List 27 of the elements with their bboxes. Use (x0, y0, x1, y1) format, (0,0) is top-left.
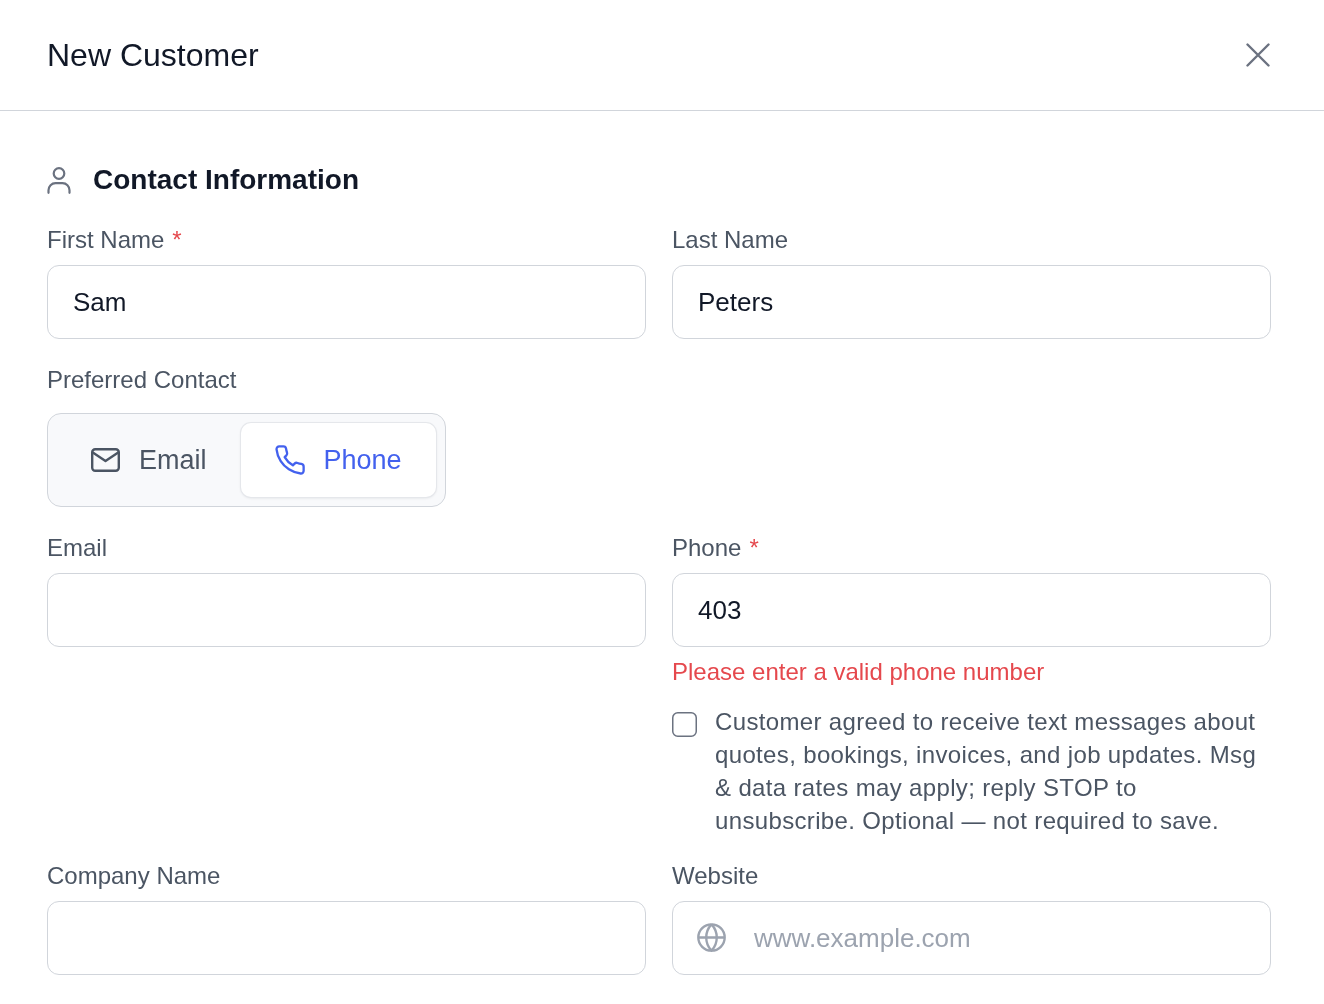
phone-icon (274, 445, 305, 475)
field-label: First Name (47, 226, 165, 254)
person-icon (47, 166, 71, 194)
field-label: Phone (672, 534, 742, 562)
input-field[interactable] (47, 901, 646, 975)
consent-text: Customer agreed to receive text messages about quotes, bookings, invoices, and job updates. Msg & data rates may apply; reply STOP to unsubscribe. Optional — not required to save. (715, 707, 1258, 836)
dialog-title: New Customer (47, 36, 259, 75)
field-label: Preferred Contact (47, 366, 237, 394)
globe-icon (697, 923, 726, 952)
field-label: Last Name (672, 226, 789, 254)
field-label: Website (672, 862, 759, 890)
segment-tab[interactable]: Email (57, 423, 241, 497)
required-asterisk: * (172, 226, 182, 254)
input-field[interactable] (47, 573, 646, 647)
section-title: Contact Information (93, 163, 359, 197)
field-label: Email (47, 534, 107, 562)
input-field[interactable]: 403 (672, 573, 1271, 647)
segment-tab[interactable]: Phone (240, 423, 436, 497)
input-field[interactable]: www.example.com (672, 901, 1271, 975)
input-field[interactable]: Sam (47, 265, 646, 339)
error-message: Please enter a valid phone number (672, 658, 1046, 686)
required-asterisk: * (749, 534, 759, 562)
close-icon (1246, 43, 1270, 67)
input-field[interactable]: Peters (672, 265, 1271, 339)
field-label: Company Name (47, 862, 221, 890)
envelope-icon (91, 448, 120, 472)
checkbox[interactable] (672, 712, 697, 737)
